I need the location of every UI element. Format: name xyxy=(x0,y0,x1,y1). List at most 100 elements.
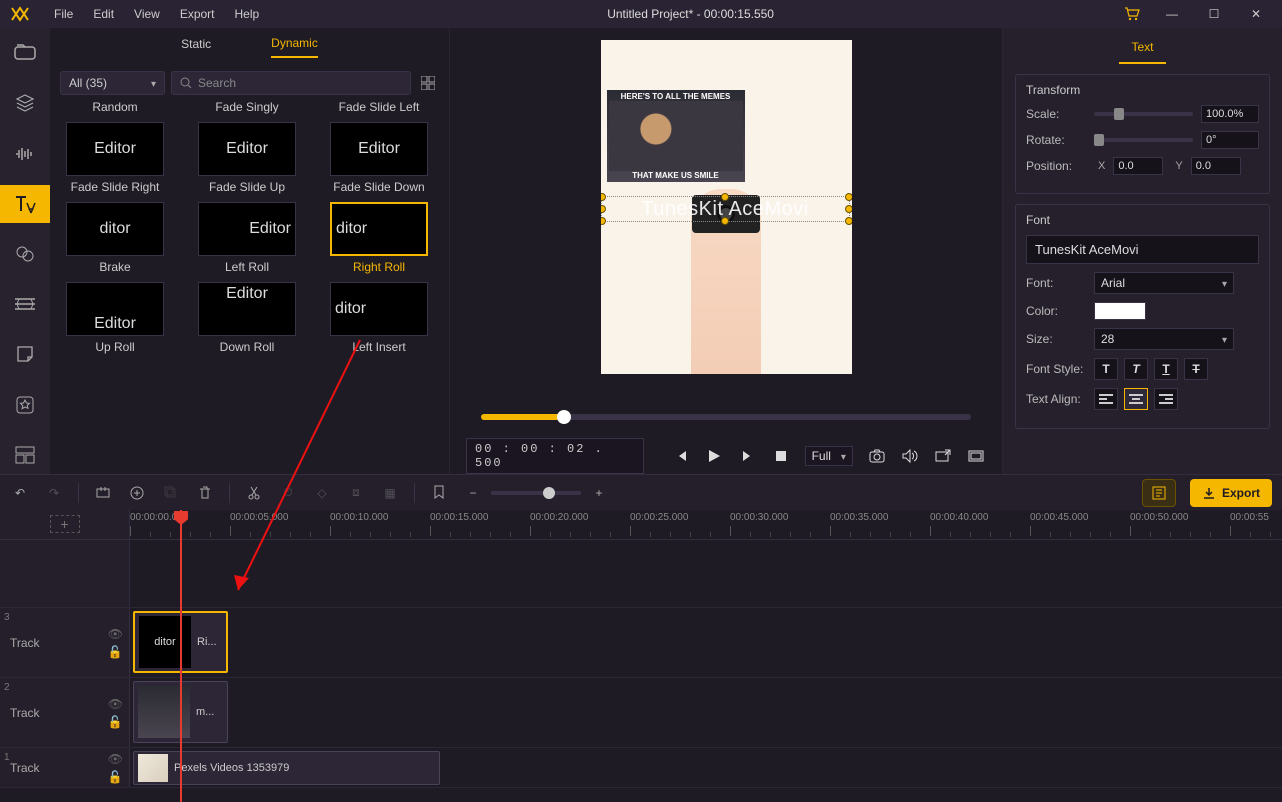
asset-item-selected[interactable]: ditorRight Roll xyxy=(324,202,434,274)
text-overlay-selected[interactable]: TunesKit AceMovi xyxy=(601,196,850,222)
next-frame-icon[interactable] xyxy=(738,446,757,466)
scale-slider[interactable] xyxy=(1094,112,1193,116)
fullscreen-icon[interactable] xyxy=(967,446,986,466)
volume-icon[interactable] xyxy=(900,446,919,466)
align-right-button[interactable] xyxy=(1154,388,1178,410)
lock-icon[interactable]: 🔓 xyxy=(108,770,123,784)
redo-icon[interactable]: ↷ xyxy=(44,483,64,503)
resize-handle[interactable] xyxy=(601,217,606,225)
time-ruler[interactable]: 00:00:00.00000:00:05.00000:00:10.00000:0… xyxy=(130,510,1282,539)
visibility-icon[interactable]: 👁 xyxy=(108,752,123,766)
lock-icon[interactable]: 🔓 xyxy=(108,715,123,729)
asset-item[interactable]: EditorUp Roll xyxy=(60,282,170,354)
resize-handle[interactable] xyxy=(721,193,729,201)
delete-icon[interactable] xyxy=(195,483,215,503)
media-icon[interactable] xyxy=(0,34,50,72)
export-settings-icon[interactable] xyxy=(1142,479,1176,507)
playhead[interactable] xyxy=(180,510,182,802)
asset-item[interactable]: Fade Slide Left xyxy=(324,102,434,114)
bold-button[interactable]: T xyxy=(1094,358,1118,380)
color-swatch[interactable] xyxy=(1094,302,1146,320)
speed-icon[interactable]: ⏱ xyxy=(278,483,298,503)
maximize-button[interactable]: ☐ xyxy=(1194,2,1234,26)
tab-static[interactable]: Static xyxy=(181,37,211,57)
menu-help[interactable]: Help xyxy=(225,3,270,25)
zoom-in-icon[interactable]: + xyxy=(589,483,609,503)
minimize-button[interactable]: — xyxy=(1152,2,1192,26)
favorite-icon[interactable] xyxy=(0,386,50,424)
cart-icon[interactable] xyxy=(1112,2,1152,26)
zoom-knob[interactable] xyxy=(543,487,555,499)
sticker-icon[interactable] xyxy=(0,335,50,373)
visibility-icon[interactable]: 👁 xyxy=(108,697,123,711)
menu-export[interactable]: Export xyxy=(170,3,225,25)
asset-item[interactable]: EditorDown Roll xyxy=(192,282,302,354)
add-track-button[interactable]: + xyxy=(50,515,80,533)
crop-icon[interactable]: ⧈ xyxy=(346,483,366,503)
align-left-button[interactable] xyxy=(1094,388,1118,410)
asset-item[interactable]: EditorFade Slide Down xyxy=(324,122,434,194)
rotate-slider[interactable] xyxy=(1094,138,1193,142)
position-y-value[interactable]: 0.0 xyxy=(1191,157,1241,175)
lock-icon[interactable]: 🔓 xyxy=(108,645,123,659)
rotate-icon[interactable]: ◇ xyxy=(312,483,332,503)
resize-handle[interactable] xyxy=(721,217,729,225)
prev-frame-icon[interactable] xyxy=(672,446,691,466)
menu-edit[interactable]: Edit xyxy=(83,3,124,25)
underline-button[interactable]: T xyxy=(1154,358,1178,380)
scale-value[interactable]: 100.0% xyxy=(1201,105,1259,123)
resize-handle[interactable] xyxy=(845,205,852,213)
menu-view[interactable]: View xyxy=(124,3,170,25)
stop-icon[interactable] xyxy=(771,446,790,466)
undo-icon[interactable]: ↶ xyxy=(10,483,30,503)
tab-dynamic[interactable]: Dynamic xyxy=(271,36,318,58)
asset-item[interactable]: EditorLeft Roll xyxy=(192,202,302,274)
text-content-input[interactable] xyxy=(1026,235,1259,264)
resize-handle[interactable] xyxy=(845,193,852,201)
tool-icon[interactable] xyxy=(93,483,113,503)
snapshot-icon[interactable] xyxy=(867,446,886,466)
close-button[interactable]: ✕ xyxy=(1236,2,1276,26)
slider-knob[interactable] xyxy=(1114,108,1124,120)
audio-icon[interactable] xyxy=(0,134,50,172)
templates-icon[interactable] xyxy=(0,436,50,474)
marker-icon[interactable] xyxy=(429,483,449,503)
asset-item[interactable]: ditorLeft Insert xyxy=(324,282,434,354)
resize-handle[interactable] xyxy=(845,217,852,225)
inspector-tab-text[interactable]: Text xyxy=(1119,34,1165,64)
menu-file[interactable]: File xyxy=(44,3,83,25)
visibility-icon[interactable]: 👁 xyxy=(108,627,123,641)
split-icon[interactable] xyxy=(244,483,264,503)
asset-filter-dropdown[interactable]: All (35) xyxy=(60,71,165,95)
size-dropdown[interactable]: 28 xyxy=(1094,328,1234,350)
preview-canvas[interactable]: HERE'S TO ALL THE MEMES THAT MAKE US SMI… xyxy=(601,40,852,374)
font-dropdown[interactable]: Arial xyxy=(1094,272,1234,294)
export-button[interactable]: Export xyxy=(1190,479,1272,507)
playback-knob[interactable] xyxy=(557,410,571,424)
copy-icon[interactable] xyxy=(161,483,181,503)
aspect-dropdown[interactable]: Full xyxy=(805,446,853,466)
asset-item[interactable]: Fade Singly xyxy=(192,102,302,114)
asset-item[interactable]: Random xyxy=(60,102,170,114)
resize-handle[interactable] xyxy=(601,193,606,201)
position-x-value[interactable]: 0.0 xyxy=(1113,157,1163,175)
search-input[interactable]: Search xyxy=(171,71,411,95)
fx-icon[interactable] xyxy=(0,235,50,273)
add-icon[interactable] xyxy=(127,483,147,503)
transitions-icon[interactable] xyxy=(0,285,50,323)
align-center-button[interactable] xyxy=(1124,388,1148,410)
zoom-slider[interactable] xyxy=(491,491,581,495)
asset-item[interactable]: EditorFade Slide Right xyxy=(60,122,170,194)
text-icon[interactable] xyxy=(0,185,50,223)
playback-slider[interactable] xyxy=(481,414,971,420)
strike-button[interactable]: T xyxy=(1184,358,1208,380)
detach-icon[interactable] xyxy=(933,446,952,466)
play-icon[interactable] xyxy=(705,446,724,466)
layers-icon[interactable] xyxy=(0,84,50,122)
grid-view-icon[interactable] xyxy=(417,72,439,94)
rotate-value[interactable]: 0° xyxy=(1201,131,1259,149)
mosaic-icon[interactable]: ▦ xyxy=(380,483,400,503)
asset-item[interactable]: EditorFade Slide Up xyxy=(192,122,302,194)
resize-handle[interactable] xyxy=(601,205,606,213)
zoom-out-icon[interactable]: − xyxy=(463,483,483,503)
